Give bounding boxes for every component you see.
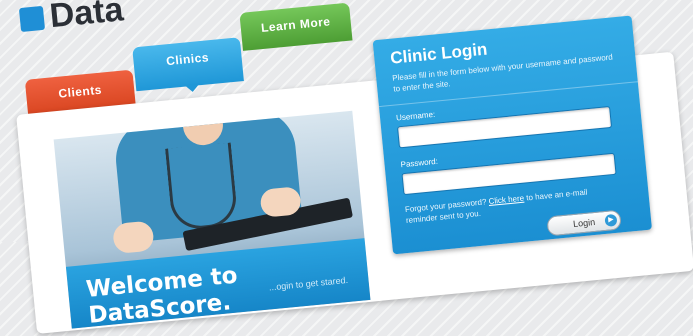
login-button-label: Login: [572, 216, 596, 230]
clinic-login-box: Clinic Login Please fill in the form bel…: [372, 15, 653, 255]
logo-text: Data: [47, 0, 125, 36]
hero-image: Welcome to DataScore. ...ogin to get sta…: [53, 110, 371, 329]
hand-image: [112, 220, 155, 255]
stethoscope-icon: [165, 142, 239, 232]
site-logo[interactable]: Data: [18, 0, 125, 39]
forgot-password-link[interactable]: Click here: [488, 194, 524, 206]
username-label: Username:: [395, 109, 436, 123]
page-stage: Data Clients Clinics Learn More Welcome …: [0, 0, 693, 334]
login-button[interactable]: Login ▶: [546, 209, 622, 237]
arrow-right-icon: ▶: [604, 213, 618, 227]
hero-title: Welcome to DataScore.: [84, 262, 239, 329]
logo-icon: [18, 5, 46, 32]
tab-learn-more[interactable]: Learn More: [239, 2, 353, 51]
tab-clinics[interactable]: Clinics: [132, 37, 244, 92]
password-label: Password:: [400, 156, 439, 170]
